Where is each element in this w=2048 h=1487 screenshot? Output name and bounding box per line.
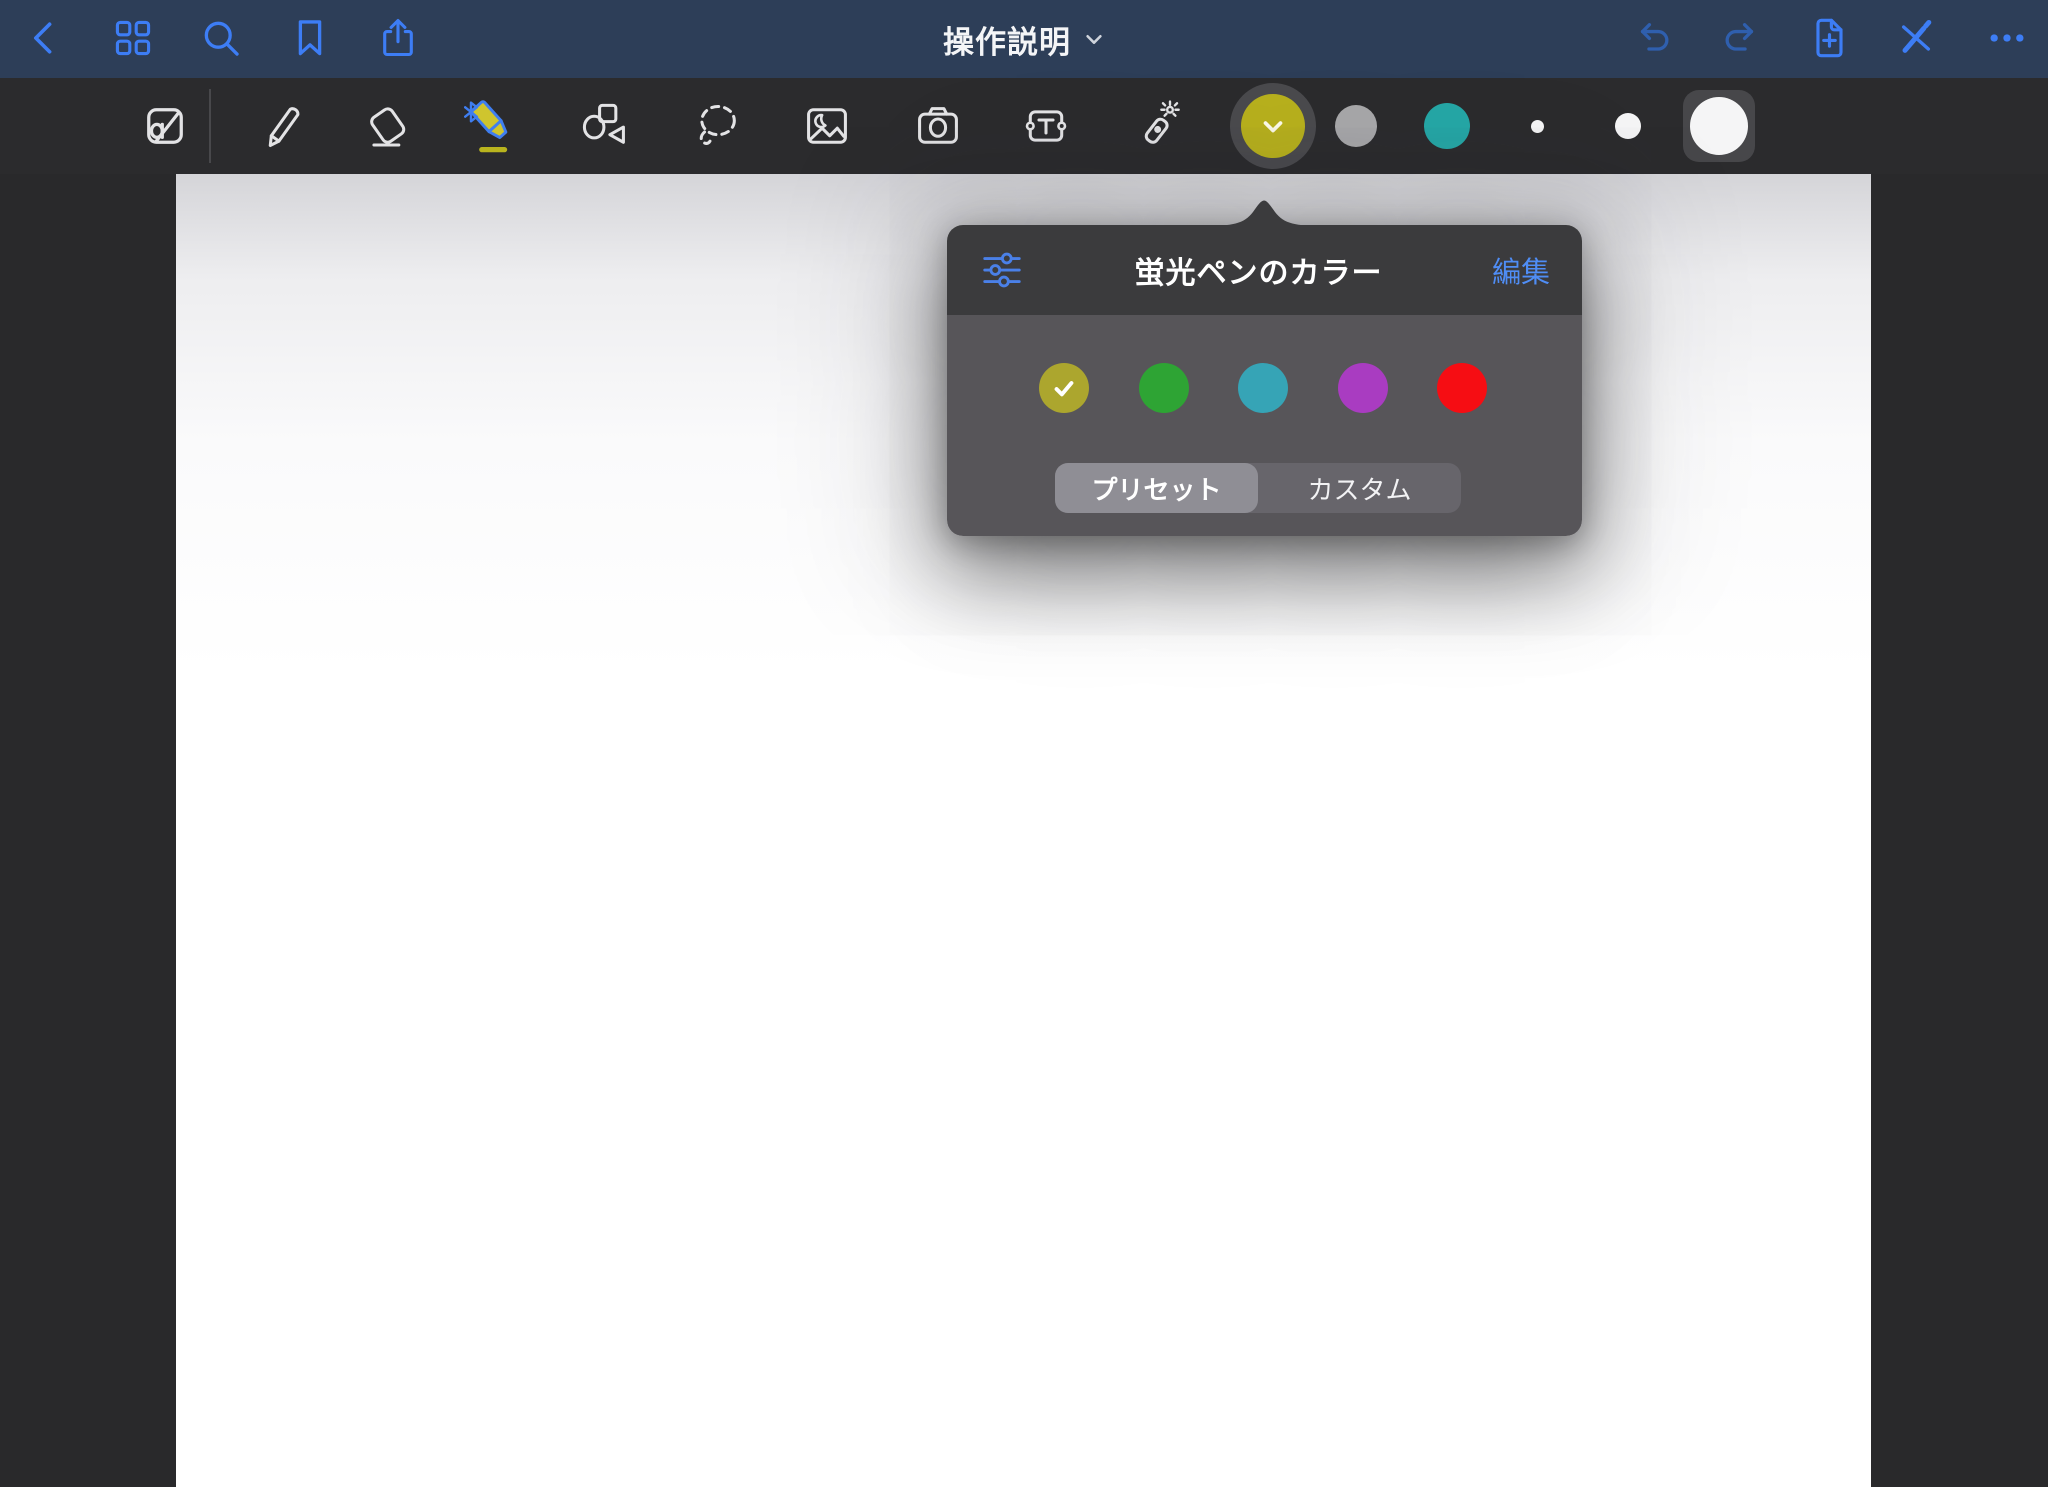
redo-icon[interactable] [1714,12,1766,64]
stroke-size-medium[interactable] [1615,113,1641,139]
pen-tool-icon[interactable] [252,98,308,154]
share-icon[interactable] [372,12,424,64]
stroke-size-small[interactable] [1531,120,1544,133]
edit-button[interactable]: 編集 [1492,249,1550,291]
tab-preset[interactable]: プリセット [1055,463,1258,513]
more-icon[interactable] [1981,12,2033,64]
preset-color-teal[interactable] [1238,363,1288,413]
page-title: 操作説明 [943,17,1071,62]
page-view-icon[interactable] [137,98,193,154]
preset-color-purple[interactable] [1338,363,1388,413]
shapes-tool-icon[interactable] [577,98,633,154]
thumbnails-grid-icon[interactable] [107,12,159,64]
eraser-tool-icon[interactable] [360,98,416,154]
bookmark-icon[interactable] [284,12,336,64]
preset-color-yellow[interactable] [1039,363,1089,413]
toolbar-color-teal[interactable] [1424,103,1470,149]
tab-custom[interactable]: カスタム [1258,463,1461,513]
preset-color-red[interactable] [1437,363,1487,413]
top-navigation-bar: 操作説明 [0,0,2048,78]
camera-tool-icon[interactable] [910,98,966,154]
toolbar-color-yellow[interactable] [1241,94,1305,158]
popup-title: 蛍光ペンのカラー [1025,248,1492,292]
stroke-settings-icon[interactable] [979,247,1025,293]
highlighter-tool-icon[interactable] [464,98,520,154]
page-margin-left [0,174,176,1487]
toolbar-divider [209,89,211,163]
toolbar-color-gray[interactable] [1335,105,1377,147]
document-title-menu[interactable]: 操作説明 [943,0,1105,78]
popup-arrow [1204,195,1324,226]
popup-header: 蛍光ペンのカラー 編集 [947,225,1582,315]
image-tool-icon[interactable] [799,98,855,154]
preset-custom-segmented-control: プリセットカスタム [1055,463,1461,513]
text-tool-icon[interactable] [1018,98,1074,154]
undo-icon[interactable] [1628,12,1680,64]
popup-body: プリセットカスタム [947,315,1582,536]
stroke-size-large[interactable] [1683,90,1755,162]
selected-color-ring [1230,83,1316,169]
back-icon[interactable] [19,12,71,64]
highlighter-color-popup: 蛍光ペンのカラー 編集 プリセットカスタム [947,225,1582,536]
chevron-down-icon [1253,106,1293,146]
add-page-icon[interactable] [1803,12,1855,64]
tools-toolbar [0,78,2048,174]
checkmark-icon [1047,371,1081,405]
search-icon[interactable] [195,12,247,64]
laser-pointer-tool-icon[interactable] [1129,98,1185,154]
lasso-tool-icon[interactable] [689,98,745,154]
page-margin-right [1871,174,2048,1487]
stroke-dot-large [1690,97,1748,155]
chevron-down-icon [1083,28,1105,50]
preset-color-green[interactable] [1139,363,1189,413]
stylus-off-icon[interactable] [1890,12,1942,64]
